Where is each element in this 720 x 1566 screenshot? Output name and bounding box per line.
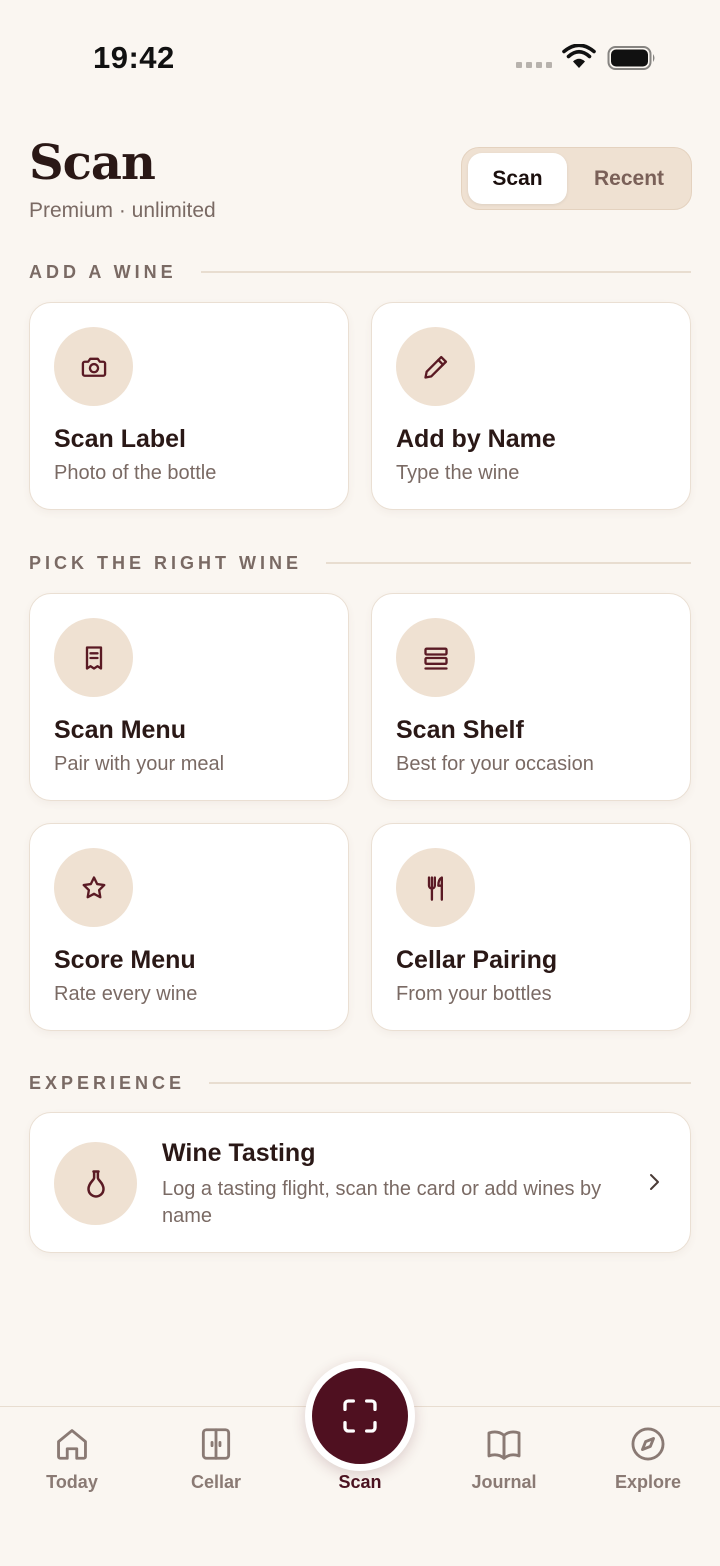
section-divider: [200, 271, 691, 273]
scan-screen: 19:42 Scan Premium · unlimited Scan Rece…: [0, 0, 720, 1566]
add-by-name-card[interactable]: Add by Name Type the wine: [371, 302, 691, 510]
camera-icon: [54, 327, 133, 406]
section-experience: EXPERIENCE: [29, 1072, 691, 1094]
tile-subtitle: Pair with your meal: [54, 753, 225, 775]
wine-tasting-card[interactable]: Wine Tasting Log a tasting flight, scan …: [29, 1112, 691, 1253]
cellar-pairing-card[interactable]: Cellar Pairing From your bottles: [371, 823, 691, 1031]
section-label: EXPERIENCE: [29, 1072, 186, 1093]
scan-label-card[interactable]: Scan Label Photo of the bottle: [29, 302, 349, 510]
segment-scan[interactable]: Scan: [468, 153, 567, 204]
cellar-icon: [201, 1428, 231, 1460]
status-time: 19:42: [93, 40, 175, 75]
pencil-icon: [396, 327, 475, 406]
battery-icon: [607, 46, 655, 70]
chevron-right-icon: [650, 1174, 659, 1190]
section-label: ADD A WINE: [29, 261, 177, 282]
section-label: PICK THE RIGHT WINE: [29, 552, 302, 573]
tab-journal[interactable]: Journal: [449, 1425, 559, 1493]
plan-status: Premium · unlimited: [29, 199, 216, 222]
tab-explore[interactable]: Explore: [593, 1425, 703, 1493]
scan-menu-card[interactable]: Scan Menu Pair with your meal: [29, 593, 349, 801]
scan-shelf-card[interactable]: Scan Shelf Best for your occasion: [371, 593, 691, 801]
score-menu-card[interactable]: Score Menu Rate every wine: [29, 823, 349, 1031]
tile-title: Scan Shelf: [396, 716, 524, 744]
section-divider: [326, 562, 691, 564]
tile-subtitle: Rate every wine: [54, 983, 198, 1005]
section-divider: [209, 1082, 691, 1084]
compass-icon: [631, 1427, 665, 1461]
fork-knife-icon: [396, 848, 475, 927]
tab-label: Cellar: [190, 1472, 242, 1492]
tile-title: Add by Name: [396, 425, 556, 453]
cellular-signal-icon: [516, 62, 552, 68]
carafe-icon: [54, 1142, 137, 1225]
star-icon: [54, 848, 133, 927]
tab-scan-label: Scan: [338, 1472, 382, 1492]
scan-button-inner: [312, 1368, 408, 1464]
page-title: Scan: [29, 135, 156, 191]
card-subtitle: Log a tasting flight, scan the card or a…: [162, 1178, 602, 1227]
tab-label: Explore: [614, 1472, 682, 1492]
section-add-a-wine: ADD A WINE: [29, 261, 691, 283]
tile-title: Cellar Pairing: [396, 946, 558, 974]
tile-subtitle: From your bottles: [396, 983, 552, 1005]
tab-cellar[interactable]: Cellar: [161, 1425, 271, 1493]
scan-recent-toggle: Scan Recent: [461, 147, 692, 210]
tile-subtitle: Type the wine: [396, 462, 520, 484]
wifi-icon: [562, 44, 596, 68]
home-icon: [57, 1429, 87, 1460]
scan-button[interactable]: [305, 1361, 415, 1471]
tile-subtitle: Best for your occasion: [396, 753, 594, 775]
tile-title: Scan Label: [54, 425, 186, 453]
section-pick-the-right-wine: PICK THE RIGHT WINE: [29, 552, 691, 574]
card-title: Wine Tasting: [162, 1139, 316, 1167]
tile-title: Scan Menu: [54, 716, 186, 744]
shelf-icon: [396, 618, 475, 697]
scan-frame-icon: [343, 1399, 377, 1433]
tile-title: Score Menu: [54, 946, 196, 974]
tab-label: Journal: [471, 1472, 537, 1492]
receipt-icon: [54, 618, 133, 697]
status-bar: 19:42: [0, 0, 720, 110]
tile-subtitle: Photo of the bottle: [54, 462, 217, 484]
segment-recent[interactable]: Recent: [570, 153, 688, 204]
book-icon: [487, 1430, 521, 1460]
tab-today[interactable]: Today: [17, 1425, 127, 1493]
tab-label: Today: [46, 1472, 98, 1492]
